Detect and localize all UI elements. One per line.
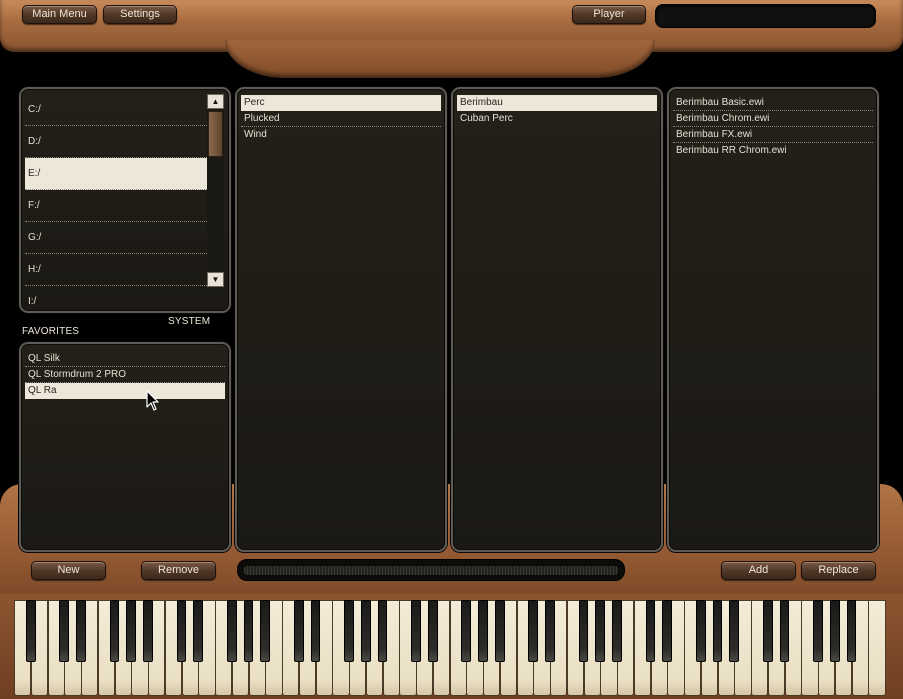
- piano-black-key[interactable]: [762, 600, 773, 662]
- system-label: SYSTEM: [168, 316, 211, 327]
- piano-black-key[interactable]: [829, 600, 840, 662]
- drive-scrollbar[interactable]: ▲ ▼: [207, 94, 224, 287]
- file-item[interactable]: Berimbau Basic.ewi: [673, 95, 873, 111]
- piano-black-key[interactable]: [494, 600, 505, 662]
- drive-item[interactable]: G:/: [25, 222, 209, 254]
- piano-black-key[interactable]: [528, 600, 539, 662]
- instrument-list-panel: Berimbau Cuban Perc: [451, 87, 663, 552]
- drive-item[interactable]: F:/: [25, 190, 209, 222]
- file-item[interactable]: Berimbau Chrom.ewi: [673, 111, 873, 127]
- piano-black-key[interactable]: [176, 600, 187, 662]
- main-menu-button[interactable]: Main Menu: [22, 5, 97, 24]
- piano-black-key[interactable]: [695, 600, 706, 662]
- piano-black-key[interactable]: [260, 600, 271, 662]
- file-item[interactable]: Berimbau FX.ewi: [673, 127, 873, 143]
- piano-black-key[interactable]: [729, 600, 740, 662]
- replace-button[interactable]: Replace: [801, 561, 876, 580]
- piano-black-key[interactable]: [612, 600, 622, 662]
- piano-black-key[interactable]: [193, 600, 204, 662]
- player-button[interactable]: Player: [572, 5, 646, 24]
- piano-black-key[interactable]: [126, 600, 137, 662]
- piano-black-key[interactable]: [25, 600, 36, 662]
- category-item-selected[interactable]: Perc: [241, 95, 441, 111]
- triangle-up-icon[interactable]: ▲: [207, 94, 224, 109]
- favorite-item-selected[interactable]: QL Ra: [25, 383, 225, 399]
- scrollbar-thumb[interactable]: [208, 111, 223, 157]
- piano-black-key[interactable]: [813, 600, 823, 662]
- piano-black-key[interactable]: [293, 600, 304, 662]
- remove-button[interactable]: Remove: [141, 561, 216, 580]
- load-progress-bar: [237, 559, 625, 581]
- category-list-panel: Perc Plucked Wind: [235, 87, 447, 552]
- drive-item[interactable]: D:/: [25, 126, 209, 158]
- piano-black-key[interactable]: [427, 600, 438, 662]
- triangle-down-icon[interactable]: ▼: [207, 272, 224, 287]
- piano-black-key[interactable]: [779, 600, 790, 662]
- piano-black-key[interactable]: [545, 600, 555, 662]
- piano-black-key[interactable]: [645, 600, 656, 662]
- favorites-title: FAVORITES: [22, 326, 80, 337]
- favorite-item[interactable]: QL Silk: [25, 351, 225, 367]
- piano-black-key[interactable]: [595, 600, 606, 662]
- piano-white-key[interactable]: [868, 600, 886, 696]
- piano-black-key[interactable]: [360, 600, 371, 662]
- piano-black-key[interactable]: [243, 600, 254, 662]
- new-button[interactable]: New: [31, 561, 106, 580]
- piano-black-key[interactable]: [143, 600, 153, 662]
- instrument-item[interactable]: Cuban Perc: [457, 111, 657, 127]
- drive-item-selected[interactable]: E:/: [25, 158, 209, 190]
- piano-black-key[interactable]: [478, 600, 488, 662]
- settings-button[interactable]: Settings: [103, 5, 177, 24]
- piano-black-key[interactable]: [59, 600, 70, 662]
- piano-keyboard[interactable]: [14, 600, 886, 696]
- status-display: [655, 4, 876, 28]
- piano-black-key[interactable]: [226, 600, 237, 662]
- drive-item[interactable]: H:/: [25, 254, 209, 286]
- favorites-panel: QL Silk QL Stormdrum 2 PRO QL Ra: [19, 342, 231, 552]
- piano-black-key[interactable]: [411, 600, 421, 662]
- instrument-item-selected[interactable]: Berimbau: [457, 95, 657, 111]
- piano-black-key[interactable]: [344, 600, 354, 662]
- file-list-panel: Berimbau Basic.ewi Berimbau Chrom.ewi Be…: [667, 87, 879, 552]
- piano-black-key[interactable]: [461, 600, 472, 662]
- piano-black-key[interactable]: [846, 600, 857, 662]
- piano-black-key[interactable]: [310, 600, 321, 662]
- category-item[interactable]: Plucked: [241, 111, 441, 127]
- piano-black-key[interactable]: [578, 600, 589, 662]
- category-item[interactable]: Wind: [241, 127, 441, 143]
- piano-black-key[interactable]: [109, 600, 120, 662]
- drive-item[interactable]: I:/: [25, 286, 209, 311]
- add-button[interactable]: Add: [721, 561, 796, 580]
- file-item[interactable]: Berimbau RR Chrom.ewi: [673, 143, 873, 159]
- favorite-item[interactable]: QL Stormdrum 2 PRO: [25, 367, 225, 383]
- mouse-pointer-icon: [146, 390, 159, 411]
- piano-black-key[interactable]: [712, 600, 723, 662]
- drive-list-panel: C:/ D:/ E:/ F:/ G:/ H:/ I:/ ▲ ▼: [19, 87, 231, 313]
- progress-track: [244, 566, 618, 575]
- piano-black-key[interactable]: [662, 600, 673, 662]
- top-wood-tab: [225, 40, 655, 78]
- piano-black-key[interactable]: [76, 600, 86, 662]
- piano-black-key[interactable]: [377, 600, 388, 662]
- drive-item[interactable]: C:/: [25, 94, 209, 126]
